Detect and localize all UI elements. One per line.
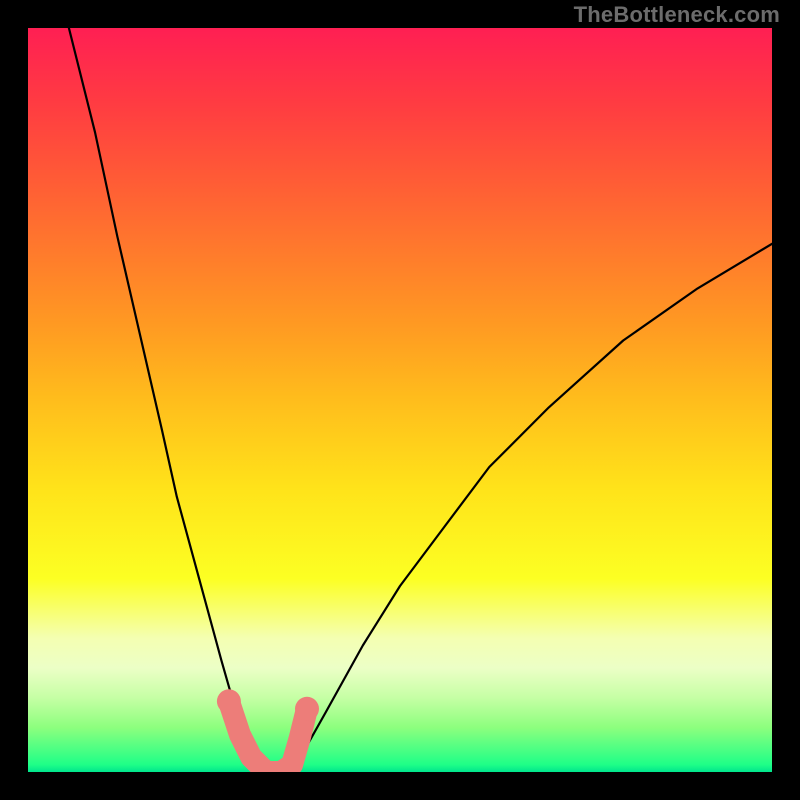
chart-frame: TheBottleneck.com [0, 0, 800, 800]
chart-plot-area [28, 28, 772, 772]
pink-overlay-curve [229, 701, 307, 772]
left-curve [69, 28, 266, 772]
watermark-text: TheBottleneck.com [574, 2, 780, 28]
chart-svg [28, 28, 772, 772]
pink-overlay-end-dot [295, 697, 319, 721]
pink-overlay-start-dot [217, 689, 241, 713]
right-curve [292, 244, 772, 772]
